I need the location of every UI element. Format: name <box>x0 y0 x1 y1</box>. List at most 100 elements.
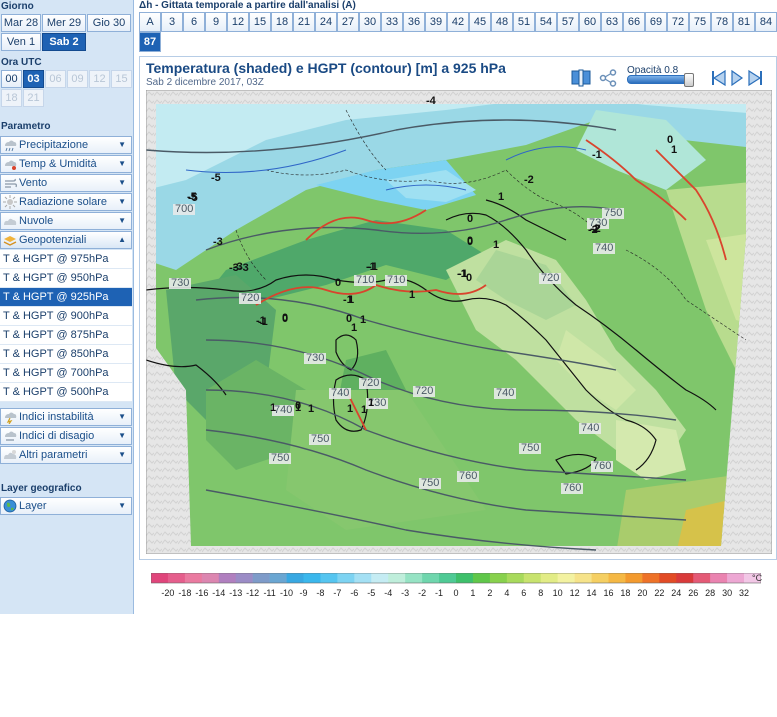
forecast-step-21[interactable]: 21 <box>293 12 315 32</box>
legend-tick-label: 2 <box>487 588 492 598</box>
forecast-step-15[interactable]: 15 <box>249 12 271 32</box>
hour-button-15[interactable]: 15 <box>111 70 132 88</box>
day-button-3[interactable]: Ven 1 <box>1 33 41 51</box>
legend-swatch <box>405 573 423 583</box>
forecast-step-57[interactable]: 57 <box>557 12 579 32</box>
forecast-step-45[interactable]: 45 <box>469 12 491 32</box>
param-category-label: Geopotenziali <box>19 234 87 246</box>
forecast-step-30[interactable]: 30 <box>359 12 381 32</box>
legend-swatch <box>591 573 609 583</box>
hour-button-21[interactable]: 21 <box>23 89 44 107</box>
day-section-title: Giorno <box>1 1 34 12</box>
forecast-step-24[interactable]: 24 <box>315 12 337 32</box>
hour-button-06[interactable]: 06 <box>45 70 66 88</box>
hour-button-09[interactable]: 09 <box>67 70 88 88</box>
param-category-temp-umidit[interactable]: Temp & Umidità ▼ <box>0 155 132 173</box>
param-category-vento[interactable]: Vento ▼ <box>0 174 132 192</box>
legend-tick-label: -12 <box>246 588 259 598</box>
legend-tick-label: -2 <box>418 588 426 598</box>
legend-swatch <box>320 573 338 583</box>
forecast-step-78[interactable]: 78 <box>711 12 733 32</box>
legend-tick-label: 30 <box>722 588 732 598</box>
next-icon[interactable] <box>747 69 763 87</box>
forecast-step-48[interactable]: 48 <box>491 12 513 32</box>
day-button-1[interactable]: Mer 29 <box>42 14 86 32</box>
forecast-step-75[interactable]: 75 <box>689 12 711 32</box>
opacity-slider-handle[interactable] <box>684 73 694 87</box>
geo-layer-label: Layer <box>19 500 47 512</box>
forecast-step-27[interactable]: 27 <box>337 12 359 32</box>
geopotential-item-875hpa[interactable]: T & HGPT @ 875hPa <box>0 326 132 345</box>
hour-button-03[interactable]: 03 <box>23 70 44 88</box>
forecast-step-51[interactable]: 51 <box>513 12 535 32</box>
geopotential-item-950hpa[interactable]: T & HGPT @ 950hPa <box>0 269 132 288</box>
day-button-2[interactable]: Gio 30 <box>87 14 131 32</box>
forecast-step-18[interactable]: 18 <box>271 12 293 32</box>
forecast-step-54[interactable]: 54 <box>535 12 557 32</box>
param-category-label: Nuvole <box>19 215 54 227</box>
hour-button-12[interactable]: 12 <box>89 70 110 88</box>
legend-tick-label: 8 <box>538 588 543 598</box>
parameter-section-title: Parametro <box>1 121 51 132</box>
temperature-label: 1 <box>671 144 677 156</box>
forecast-step-42[interactable]: 42 <box>447 12 469 32</box>
day-button-0[interactable]: Mar 28 <box>1 14 41 32</box>
forecast-step-84[interactable]: 84 <box>755 12 777 32</box>
param-category-indici-di-disagio[interactable]: Indici di disagio ▼ <box>0 427 132 445</box>
forecast-step-3[interactable]: 3 <box>161 12 183 32</box>
param-category-nuvole[interactable]: Nuvole ▼ <box>0 212 132 230</box>
geopotential-item-975hpa[interactable]: T & HGPT @ 975hPa <box>0 250 132 269</box>
hour-button-00[interactable]: 00 <box>1 70 22 88</box>
param-category-geopotenziali[interactable]: Geopotenziali ▲ <box>0 231 132 249</box>
param-category-precipitazione[interactable]: Precipitazione ▼ <box>0 136 132 154</box>
day-button-4[interactable]: Sab 2 <box>42 33 86 51</box>
legend-swatch <box>201 573 220 583</box>
temperature-label: -3 <box>213 236 223 248</box>
temperature-label: 1 <box>360 314 366 326</box>
forecast-step-33[interactable]: 33 <box>381 12 403 32</box>
temperature-legend: -20 -18 -16 -14 -13 -12 -11 -10 -9 -8 -7 -6 -5 -4 -3 -2… <box>151 573 761 598</box>
forecast-step-72[interactable]: 72 <box>667 12 689 32</box>
weather-map[interactable]: 7707607507407307207107007807607507407307… <box>146 90 772 554</box>
legend-tick-label: -3 <box>401 588 409 598</box>
temperature-label: -5 <box>187 191 197 203</box>
share-icon[interactable] <box>599 69 617 87</box>
legend-swatch <box>710 573 728 583</box>
hour-button-18[interactable]: 18 <box>1 89 22 107</box>
param-category-radiazione-solare[interactable]: Radiazione solare ▼ <box>0 193 132 211</box>
geopotential-item-500hpa[interactable]: T & HGPT @ 500hPa <box>0 383 132 402</box>
forecast-step-63[interactable]: 63 <box>601 12 623 32</box>
temperature-field <box>156 104 746 546</box>
param-category-altri-parametri[interactable]: Altri parametri ▼ <box>0 446 132 464</box>
prev-icon[interactable] <box>711 69 727 87</box>
param-category-indici-instabilit[interactable]: Indici instabilità ▼ <box>0 408 132 426</box>
forecast-step-87[interactable]: 87 <box>139 32 161 52</box>
forecast-step-9[interactable]: 9 <box>205 12 227 32</box>
forecast-step-60[interactable]: 60 <box>579 12 601 32</box>
storm-icon <box>5 412 17 424</box>
legend-swatch <box>676 573 694 583</box>
legend-swatch <box>625 573 643 583</box>
forecast-step-12[interactable]: 12 <box>227 12 249 32</box>
forecast-step-66[interactable]: 66 <box>623 12 645 32</box>
legend-tick-label: 32 <box>739 588 749 598</box>
opacity-slider[interactable] <box>627 73 694 87</box>
geopotential-item-925hpa[interactable]: T & HGPT @ 925hPa <box>0 288 132 307</box>
forecast-step-6[interactable]: 6 <box>183 12 205 32</box>
play-icon[interactable] <box>730 69 744 87</box>
rain-cloud-icon <box>5 140 17 152</box>
geo-layer-dropdown[interactable]: Layer ▼ <box>0 497 132 515</box>
legend-swatch <box>506 573 525 583</box>
geopotential-item-850hpa[interactable]: T & HGPT @ 850hPa <box>0 345 132 364</box>
forecast-step-39[interactable]: 39 <box>425 12 447 32</box>
geopotential-item-900hpa[interactable]: T & HGPT @ 900hPa <box>0 307 132 326</box>
forecast-step-36[interactable]: 36 <box>403 12 425 32</box>
temperature-label: -1 <box>366 261 376 273</box>
contour-label: 720 <box>541 272 559 284</box>
forecast-step-A[interactable]: A <box>139 12 161 32</box>
forecast-step-81[interactable]: 81 <box>733 12 755 32</box>
temperature-label: -1 <box>457 268 467 280</box>
forecast-step-69[interactable]: 69 <box>645 12 667 32</box>
book-icon[interactable] <box>571 69 591 87</box>
geopotential-item-700hpa[interactable]: T & HGPT @ 700hPa <box>0 364 132 383</box>
